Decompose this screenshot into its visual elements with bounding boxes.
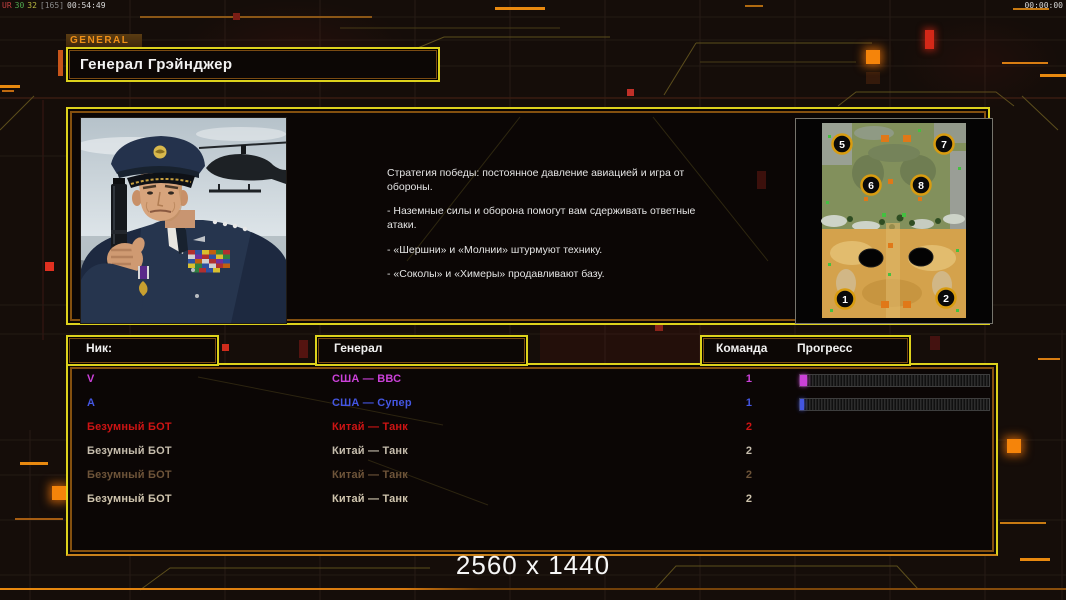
decor-square bbox=[299, 340, 308, 358]
player-general: Китай — Танк bbox=[332, 445, 408, 457]
decor-square bbox=[233, 13, 240, 20]
decor-dash bbox=[495, 7, 545, 10]
player-row: Безумный БОТ Китай — Танк 2 bbox=[68, 415, 996, 439]
player-general: США — ВВС bbox=[332, 373, 402, 385]
progress-bar bbox=[799, 398, 990, 411]
start-position-label: 2 bbox=[943, 293, 949, 305]
player-nick: Безумный БОТ bbox=[87, 493, 172, 505]
decor-dash bbox=[1040, 74, 1066, 77]
bottom-accent-line bbox=[0, 588, 1066, 590]
player-nick: Безумный БОТ bbox=[87, 421, 172, 433]
tab-general: GENERAL bbox=[66, 34, 142, 48]
ambient-patch bbox=[540, 325, 720, 365]
player-row: Безумный БОТ Китай — Танк 2 bbox=[68, 463, 996, 487]
column-header-team-progress: Команда Прогресс bbox=[700, 335, 911, 366]
player-team: 1 bbox=[745, 397, 753, 409]
player-nick: Безумный БОТ bbox=[87, 469, 172, 481]
briefing-paragraph: - «Соколы» и «Химеры» продавливают базу. bbox=[387, 268, 605, 281]
nick-header-label: Ник: bbox=[86, 341, 113, 355]
game-clock: 00:00:00 bbox=[1024, 1, 1063, 10]
general-portrait bbox=[80, 117, 287, 324]
decor-dash bbox=[1002, 62, 1048, 64]
resolution-label: 2560 x 1440 bbox=[455, 550, 611, 580]
general-name-box: Генерал Грэйнджер bbox=[66, 47, 440, 82]
decor-square bbox=[866, 72, 880, 84]
debug-stats: UR 30 32 [165] 00:54:49 bbox=[2, 1, 109, 10]
map-preview-image: 5 7 6 8 1 2 bbox=[796, 119, 992, 323]
decor-square bbox=[52, 486, 66, 500]
player-row: A США — Супер 1 bbox=[68, 391, 996, 415]
debug-v3: [165] bbox=[39, 1, 65, 10]
decor-dash bbox=[140, 16, 372, 18]
title-accent-bar bbox=[58, 50, 63, 76]
briefing-paragraph: - Наземные силы и оборона помогут вам сд… bbox=[387, 205, 696, 231]
decor-dash bbox=[1038, 358, 1060, 360]
player-team: 1 bbox=[745, 373, 753, 385]
decor-square bbox=[925, 30, 934, 49]
player-general: Китай — Танк bbox=[332, 493, 408, 505]
player-general: Китай — Танк bbox=[332, 469, 408, 481]
progress-bar bbox=[799, 374, 990, 387]
player-nick: A bbox=[87, 397, 96, 409]
decor-dash bbox=[15, 518, 63, 520]
decor-dash bbox=[0, 85, 20, 88]
decor-dash bbox=[20, 462, 48, 465]
progress-header-label: Прогресс bbox=[797, 341, 853, 355]
strategy-briefing: Стратегия победы: постоянное давление ав… bbox=[387, 167, 717, 293]
progress-fill bbox=[800, 399, 804, 410]
player-team: 2 bbox=[745, 421, 753, 433]
decor-square bbox=[1007, 439, 1021, 453]
column-header-general: Генерал bbox=[315, 335, 528, 366]
decor-square bbox=[45, 262, 54, 271]
decor-square bbox=[627, 89, 634, 96]
loading-screen: UR 30 32 [165] 00:54:49 00:00:00 GENERAL Ген… bbox=[0, 0, 1066, 600]
player-general: США — Супер bbox=[332, 397, 412, 409]
general-name: Генерал Грэйнджер bbox=[80, 56, 233, 73]
decor-dash bbox=[745, 5, 763, 7]
decor-square bbox=[930, 336, 940, 350]
briefing-paragraph: - «Шершни» и «Молнии» штурмуют технику. bbox=[387, 243, 603, 256]
start-position-label: 7 bbox=[941, 139, 947, 151]
player-nick: V bbox=[87, 373, 95, 385]
start-position-label: 1 bbox=[842, 294, 848, 306]
decor-square bbox=[222, 344, 229, 351]
briefing-panel: Стратегия победы: постоянное давление ав… bbox=[66, 107, 993, 325]
decor-square bbox=[866, 50, 880, 64]
debug-ur: UR bbox=[2, 1, 12, 10]
player-team: 2 bbox=[745, 445, 753, 457]
general-header-label: Генерал bbox=[334, 341, 383, 355]
start-position-label: 6 bbox=[868, 180, 874, 192]
player-row: Безумный БОТ Китай — Танк 2 bbox=[68, 439, 996, 463]
debug-time: 00:54:49 bbox=[67, 1, 106, 10]
general-portrait-image bbox=[81, 118, 286, 323]
briefing-paragraph: Стратегия победы: постоянное давление ав… bbox=[387, 167, 685, 193]
debug-v1: 30 bbox=[14, 1, 25, 10]
start-position-label: 5 bbox=[839, 139, 845, 151]
column-header-nick: Ник: bbox=[66, 335, 219, 366]
start-position-label: 8 bbox=[918, 180, 924, 192]
debug-v2: 32 bbox=[27, 1, 37, 10]
decor-dash bbox=[2, 90, 14, 92]
progress-fill bbox=[800, 375, 807, 386]
decor-dash bbox=[1000, 522, 1046, 524]
player-row: Безумный БОТ Китай — Танк 2 bbox=[68, 487, 996, 511]
ambient-patch bbox=[900, 15, 1060, 110]
player-roster-panel: V США — ВВС 1 A США — Супер 1 Безумный Б… bbox=[66, 363, 998, 556]
team-header-label: Команда bbox=[716, 341, 768, 355]
player-general: Китай — Танк bbox=[332, 421, 408, 433]
player-team: 2 bbox=[745, 469, 753, 481]
player-list: V США — ВВС 1 A США — Супер 1 Безумный Б… bbox=[68, 367, 996, 511]
map-preview: 5 7 6 8 1 2 bbox=[795, 118, 993, 324]
player-row: V США — ВВС 1 bbox=[68, 367, 996, 391]
player-nick: Безумный БОТ bbox=[87, 445, 172, 457]
player-team: 2 bbox=[745, 493, 753, 505]
